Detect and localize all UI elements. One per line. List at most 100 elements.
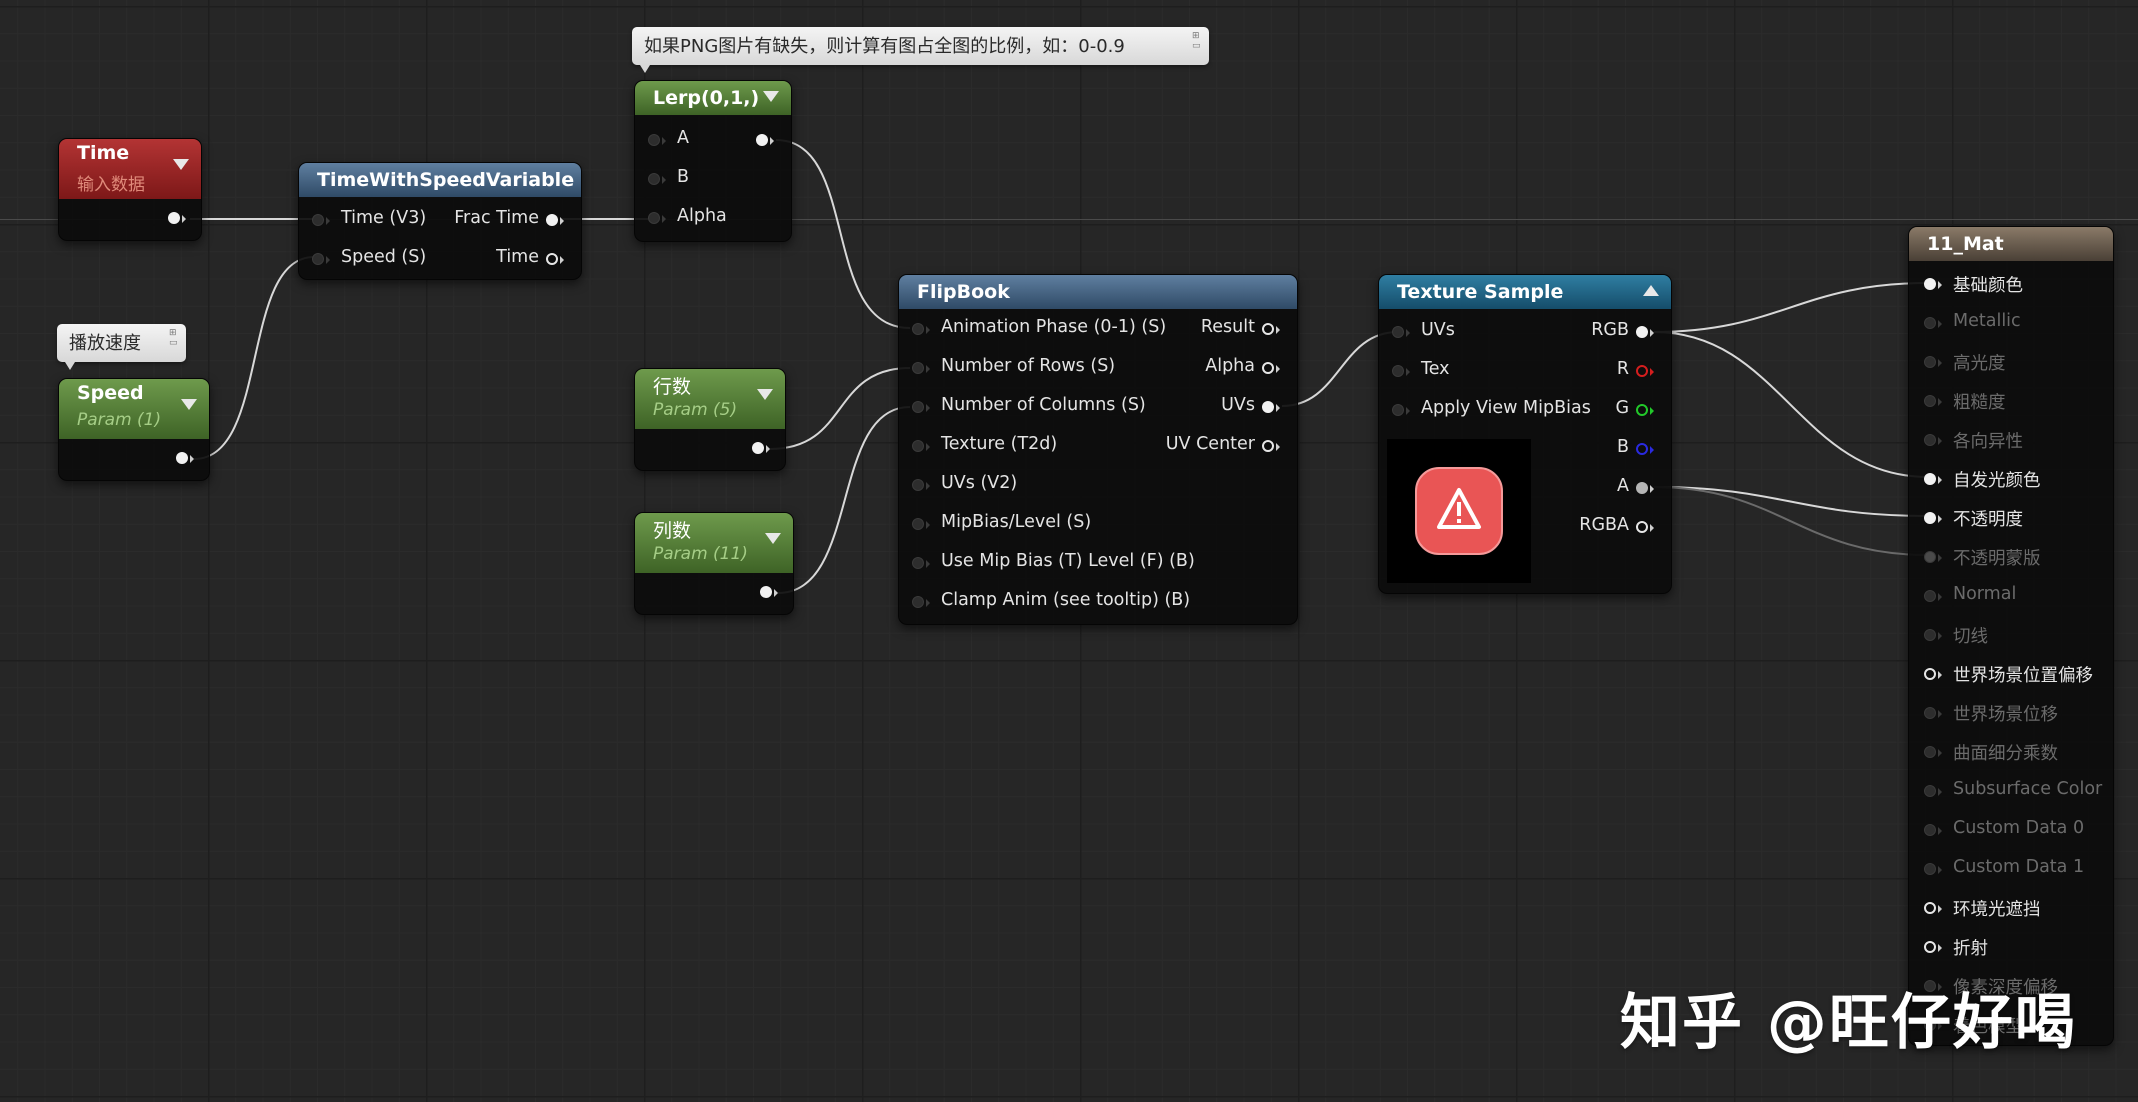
node-subtitle: 输入数据 <box>77 175 145 195</box>
mat-subsurface-pin[interactable] <box>1923 784 1943 802</box>
mat-custom-data-0-pin[interactable] <box>1923 823 1943 841</box>
time-output-pin[interactable] <box>167 211 187 229</box>
flipbook-texture-pin[interactable] <box>911 439 931 457</box>
mat-tangent-pin[interactable] <box>1923 628 1943 646</box>
node-title: Texture Sample <box>1397 281 1564 303</box>
mat-tessellation-pin[interactable] <box>1923 745 1943 763</box>
comment-tail <box>65 362 75 370</box>
mat-world-displacement-pin[interactable] <box>1923 706 1943 724</box>
tws-speed-input-label: Speed (S) <box>341 247 427 267</box>
collapse-arrow-icon[interactable] <box>757 389 773 400</box>
texture-g-label: G <box>1615 398 1629 418</box>
comment-tail <box>640 65 650 73</box>
flipbook-use-mip-bias-label: Use Mip Bias (T) Level (F) (B) <box>941 551 1195 571</box>
mat-custom-data-1-pin[interactable] <box>1923 862 1943 880</box>
mat-world-position-offset-pin[interactable] <box>1923 667 1943 685</box>
texture-g-pin[interactable] <box>1635 403 1655 421</box>
tws-frac-time-label: Frac Time <box>454 208 539 228</box>
collapse-arrow-icon[interactable] <box>181 399 197 410</box>
flipbook-mipbias-pin[interactable] <box>911 517 931 535</box>
mat-base-color-pin[interactable] <box>1923 277 1943 295</box>
mat-emissive-pin[interactable] <box>1923 472 1943 490</box>
rows-output-pin[interactable] <box>751 441 771 459</box>
time-node[interactable]: Time 输入数据 <box>58 138 202 241</box>
collapse-arrow-icon[interactable] <box>763 91 779 102</box>
collapse-arrow-icon[interactable] <box>765 533 781 544</box>
mat-tessellation-label: 曲面细分乘数 <box>1953 744 2058 764</box>
flipbook-rows-pin[interactable] <box>911 361 931 379</box>
time-node-header[interactable]: Time 输入数据 <box>59 139 201 199</box>
mat-refraction-pin[interactable] <box>1923 940 1943 958</box>
flipbook-uvs-input-pin[interactable] <box>911 478 931 496</box>
mat-custom-data-0-label: Custom Data 0 <box>1953 818 2085 838</box>
lerp-comment[interactable]: 如果PNG图片有缺失，则计算有图占全图的比例，如：0-0.9 ⊞ ▭ <box>632 27 1209 73</box>
texture-sample-header[interactable]: Texture Sample <box>1379 275 1671 309</box>
flipbook-columns-pin[interactable] <box>911 400 931 418</box>
collapse-arrow-icon[interactable] <box>1643 285 1659 296</box>
material-result-node[interactable]: 11_Mat 基础颜色 Metallic 高光度 粗糙度 各向异性 自发光颜色 … <box>1908 226 2114 1046</box>
lerp-b-input-pin[interactable] <box>647 172 667 190</box>
flipbook-node-header[interactable]: FlipBook <box>899 275 1297 309</box>
flipbook-uv-center-label: UV Center <box>1165 434 1255 454</box>
tws-node-header[interactable]: TimeWithSpeedVariable <box>299 163 581 197</box>
mat-opacity-mask-pin[interactable] <box>1923 550 1943 568</box>
flipbook-use-mip-bias-pin[interactable] <box>911 556 931 574</box>
mat-ambient-occlusion-pin[interactable] <box>1923 901 1943 919</box>
lerp-alpha-input-pin[interactable] <box>647 211 667 229</box>
columns-param-node[interactable]: 列数 Param (11) <box>634 512 794 615</box>
node-subtitle: Param (11) <box>653 544 748 564</box>
lerp-output-pin[interactable] <box>755 133 775 151</box>
flipbook-clamp-anim-pin[interactable] <box>911 595 931 613</box>
rows-node-header[interactable]: 行数 Param (5) <box>635 369 785 429</box>
wire-rgb-to-emissive <box>1653 331 1929 478</box>
mat-tangent-label: 切线 <box>1953 627 1988 647</box>
tws-frac-time-pin[interactable] <box>545 213 565 231</box>
mat-normal-label: Normal <box>1953 584 2017 604</box>
collapse-arrow-icon[interactable] <box>173 159 189 170</box>
speed-comment[interactable]: 播放速度 ⊞ ▭ <box>57 324 186 370</box>
mat-normal-pin[interactable] <box>1923 589 1943 607</box>
tws-time-input-pin[interactable] <box>311 213 331 231</box>
mat-specular-pin[interactable] <box>1923 355 1943 373</box>
columns-node-header[interactable]: 列数 Param (11) <box>635 513 793 573</box>
texture-rgba-pin[interactable] <box>1635 520 1655 538</box>
wire-speed-to-tws <box>193 256 315 460</box>
texture-sample-node[interactable]: Texture Sample UVs Tex Apply View MipBia… <box>1378 274 1672 594</box>
texture-rgb-pin[interactable] <box>1635 325 1655 343</box>
flipbook-phase-pin[interactable] <box>911 322 931 340</box>
lerp-a-input-pin[interactable] <box>647 133 667 151</box>
comment-pin-icon[interactable]: ⊞ ▭ <box>1192 31 1204 51</box>
speed-node-header[interactable]: Speed Param (1) <box>59 379 209 439</box>
texture-rgb-label: RGB <box>1591 320 1629 340</box>
flipbook-result-pin[interactable] <box>1261 322 1281 340</box>
tws-speed-input-pin[interactable] <box>311 252 331 270</box>
texture-apply-mipbias-pin[interactable] <box>1391 403 1411 421</box>
texture-b-pin[interactable] <box>1635 442 1655 460</box>
lerp-alpha-label: Alpha <box>677 206 727 226</box>
wire-cols-to-flipbook <box>777 406 911 594</box>
mat-roughness-pin[interactable] <box>1923 394 1943 412</box>
tws-time-output-pin[interactable] <box>545 252 565 270</box>
node-title: 11_Mat <box>1927 233 2004 255</box>
material-node-header[interactable]: 11_Mat <box>1909 227 2113 261</box>
columns-output-pin[interactable] <box>759 585 779 603</box>
speed-output-pin[interactable] <box>175 451 195 469</box>
flipbook-uv-center-pin[interactable] <box>1261 439 1281 457</box>
speed-param-node[interactable]: Speed Param (1) <box>58 378 210 481</box>
rows-param-node[interactable]: 行数 Param (5) <box>634 368 786 471</box>
time-with-speed-node[interactable]: TimeWithSpeedVariable Time (V3) Speed (S… <box>298 162 582 280</box>
lerp-node-header[interactable]: Lerp(0,1,) <box>635 81 791 115</box>
texture-r-pin[interactable] <box>1635 364 1655 382</box>
mat-metallic-pin[interactable] <box>1923 316 1943 334</box>
texture-uvs-input-pin[interactable] <box>1391 325 1411 343</box>
node-title: 行数 <box>653 376 692 398</box>
mat-anisotropy-pin[interactable] <box>1923 433 1943 451</box>
lerp-node[interactable]: Lerp(0,1,) A B Alpha <box>634 80 792 242</box>
flipbook-node[interactable]: FlipBook Animation Phase (0-1) (S) Numbe… <box>898 274 1298 625</box>
texture-tex-input-pin[interactable] <box>1391 364 1411 382</box>
flipbook-uvs-output-pin[interactable] <box>1261 400 1281 418</box>
flipbook-alpha-pin[interactable] <box>1261 361 1281 379</box>
comment-pin-icon[interactable]: ⊞ ▭ <box>169 328 181 348</box>
mat-opacity-pin[interactable] <box>1923 511 1943 529</box>
texture-a-pin[interactable] <box>1635 481 1655 499</box>
